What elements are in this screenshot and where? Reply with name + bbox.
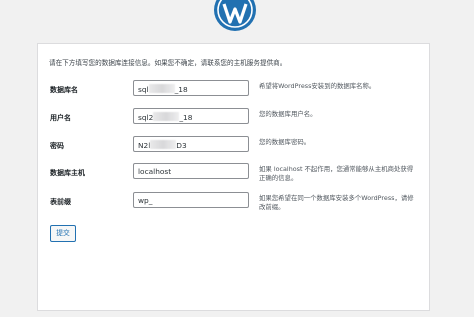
dbname-label: 数据库名 [50, 86, 78, 94]
password-value-prefix: N2l [138, 141, 151, 150]
submit-button[interactable]: 提交 [50, 225, 76, 242]
username-value-prefix: sql2 [138, 113, 154, 122]
password-help: 您的数据库密码。 [259, 138, 311, 146]
prefix-label: 表前缀 [50, 198, 71, 206]
field-row-dbhost: 数据库主机 localhost 如果 localhost 不起作用，您通常能够从… [38, 163, 429, 187]
field-row-dbname: 数据库名 sql _18 希望将WordPress安装到的数据库名称。 [38, 80, 429, 104]
dbhost-input[interactable]: localhost [133, 163, 249, 179]
password-label: 密码 [50, 142, 64, 150]
prefix-input[interactable]: wp_ [133, 192, 249, 208]
username-help: 您的数据库用户名。 [259, 110, 317, 118]
field-row-password: 密码 N2l D3 您的数据库密码。 [38, 136, 429, 160]
setup-form-card: 请在下方填写您的数据库连接信息。如果您不确定，请联系您的主机服务提供商。 数据库… [37, 43, 430, 311]
masked-text [148, 84, 175, 93]
field-row-prefix: 表前缀 wp_ 如果您希望在同一个数据库安装多个WordPress，请修改前缀。 [38, 192, 429, 216]
dbname-help: 希望将WordPress安装到的数据库名称。 [259, 82, 376, 90]
username-input[interactable]: sql2 _18 [133, 108, 249, 124]
intro-text: 请在下方填写您的数据库连接信息。如果您不确定，请联系您的主机服务提供商。 [49, 59, 287, 67]
dbhost-help: 如果 localhost 不起作用，您通常能够从主机商处获得正确的信息。 [259, 165, 414, 182]
wordpress-logo-icon [213, 0, 257, 32]
dbname-input[interactable]: sql _18 [133, 80, 249, 96]
masked-text [153, 112, 180, 121]
password-input[interactable]: N2l D3 [133, 136, 249, 152]
dbname-value-prefix: sql [138, 85, 149, 94]
field-row-username: 用户名 sql2 _18 您的数据库用户名。 [38, 108, 429, 132]
password-value-suffix: D3 [176, 141, 187, 150]
dbhost-label: 数据库主机 [50, 169, 85, 177]
username-value-suffix: _18 [179, 113, 193, 122]
dbname-value-suffix: _18 [174, 85, 188, 94]
prefix-help: 如果您希望在同一个数据库安装多个WordPress，请修改前缀。 [259, 194, 414, 211]
masked-text [150, 140, 177, 149]
username-label: 用户名 [50, 114, 71, 122]
